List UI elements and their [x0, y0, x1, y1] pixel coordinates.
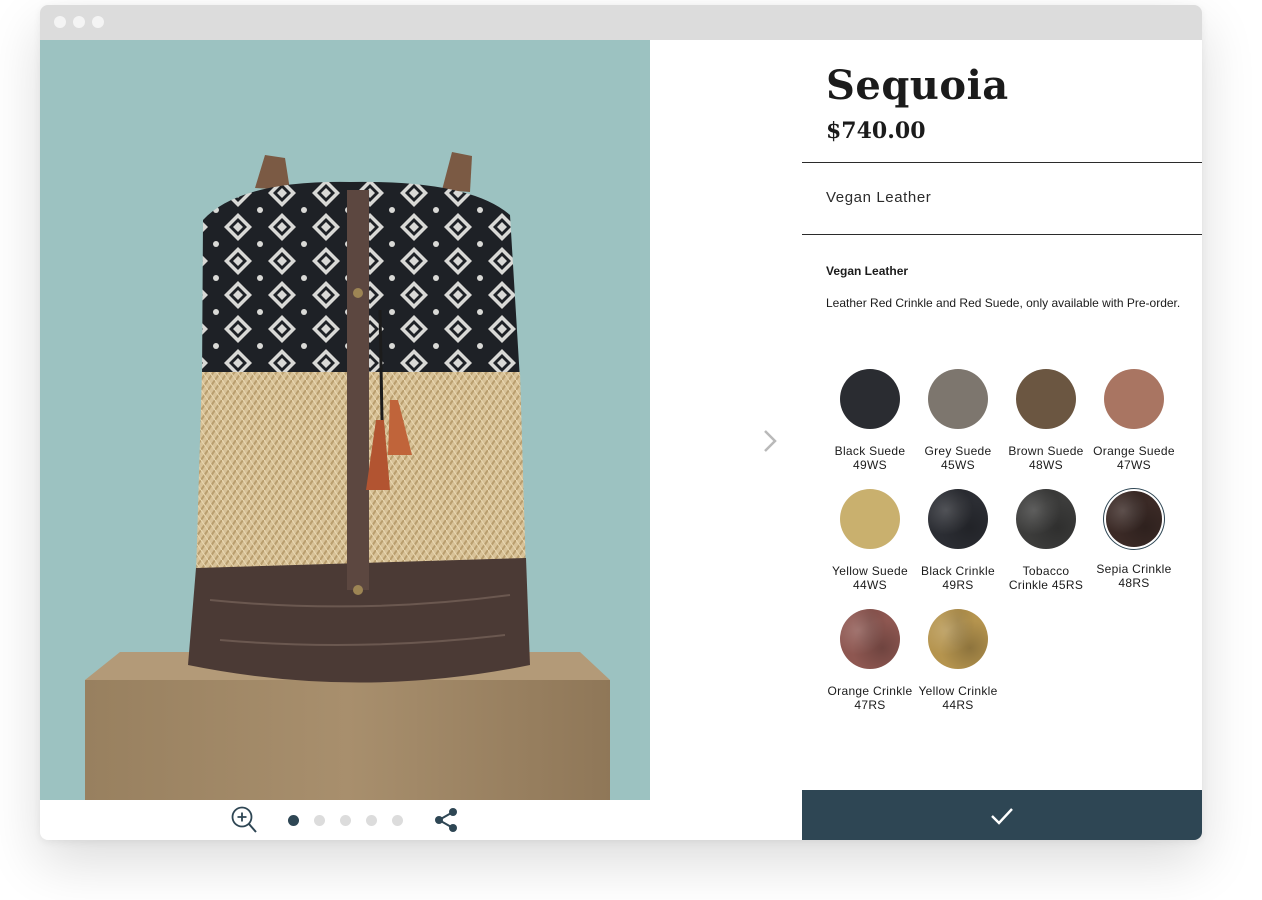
window-minimize-dot[interactable] [73, 16, 85, 28]
swatch-color [928, 609, 988, 669]
confirm-button[interactable] [802, 790, 1202, 840]
product-image[interactable] [40, 40, 650, 800]
swatch-color [928, 489, 988, 549]
zoom-in-icon [231, 806, 257, 833]
swatch-label: Black Crinkle 49RS [921, 564, 995, 592]
material-selector[interactable]: Vegan Leather [802, 163, 1202, 235]
pager-dot[interactable] [366, 815, 377, 826]
swatch-color [1104, 369, 1164, 429]
swatch-option[interactable]: Brown Suede 48WS [1002, 369, 1090, 472]
swatch-label: Tobacco Crinkle 45RS [1008, 564, 1084, 592]
next-image-button[interactable] [758, 427, 782, 455]
swatch-label: Brown Suede 48WS [1008, 444, 1084, 472]
product-price: $740.00 [826, 118, 926, 144]
window-titlebar [40, 5, 1202, 40]
swatch-label: Orange Crinkle 47RS [827, 684, 913, 712]
pager-dot[interactable] [340, 815, 351, 826]
pager-dot[interactable] [288, 815, 299, 826]
swatch-option[interactable]: Yellow Crinkle 44RS [914, 609, 1002, 712]
checkmark-icon [991, 808, 1013, 825]
swatch-option[interactable]: Orange Crinkle 47RS [826, 609, 914, 712]
swatch-color [1016, 489, 1076, 549]
product-title: Sequoia [826, 62, 1009, 109]
swatch-label: Black Suede 49WS [834, 444, 906, 472]
material-selected-label: Vegan Leather [826, 189, 932, 206]
swatch-option[interactable]: Orange Suede 47WS [1090, 369, 1178, 472]
pager-dot[interactable] [392, 815, 403, 826]
swatch-color [840, 489, 900, 549]
swatch-option[interactable]: Tobacco Crinkle 45RS [1002, 489, 1090, 592]
swatch-option[interactable]: Yellow Suede 44WS [826, 489, 914, 592]
product-panel: Sequoia $740.00 Vegan Leather Vegan Leat… [802, 40, 1202, 840]
swatch-option[interactable]: Black Crinkle 49RS [914, 489, 1002, 592]
window-maximize-dot[interactable] [92, 16, 104, 28]
swatch-color [928, 369, 988, 429]
swatch-option[interactable]: Black Suede 49WS [826, 369, 914, 472]
swatch-label: Orange Suede 47WS [1093, 444, 1175, 472]
description-heading: Vegan Leather [826, 264, 909, 278]
swatch-option[interactable]: Sepia Crinkle 48RS [1090, 489, 1178, 590]
swatch-color [840, 369, 900, 429]
chevron-right-icon [764, 430, 777, 452]
swatch-label: Grey Suede 45WS [924, 444, 992, 472]
divider [802, 234, 1202, 235]
swatch-color [840, 609, 900, 669]
swatch-label: Sepia Crinkle 48RS [1096, 562, 1172, 590]
swatch-color [1106, 491, 1162, 547]
swatch-color [1016, 369, 1076, 429]
product-description: Leather Red Crinkle and Red Suede, only … [826, 296, 1181, 310]
swatch-option[interactable]: Grey Suede 45WS [914, 369, 1002, 472]
share-icon [435, 808, 457, 832]
swatch-label: Yellow Suede 44WS [832, 564, 908, 592]
pager-dot[interactable] [314, 815, 325, 826]
backpack-illustration [85, 152, 610, 800]
window-close-dot[interactable] [54, 16, 66, 28]
share-button[interactable] [433, 807, 459, 838]
zoom-button[interactable] [230, 805, 258, 840]
swatch-label: Yellow Crinkle 44RS [918, 684, 998, 712]
browser-window: Sequoia $740.00 Vegan Leather Vegan Leat… [40, 5, 1202, 840]
